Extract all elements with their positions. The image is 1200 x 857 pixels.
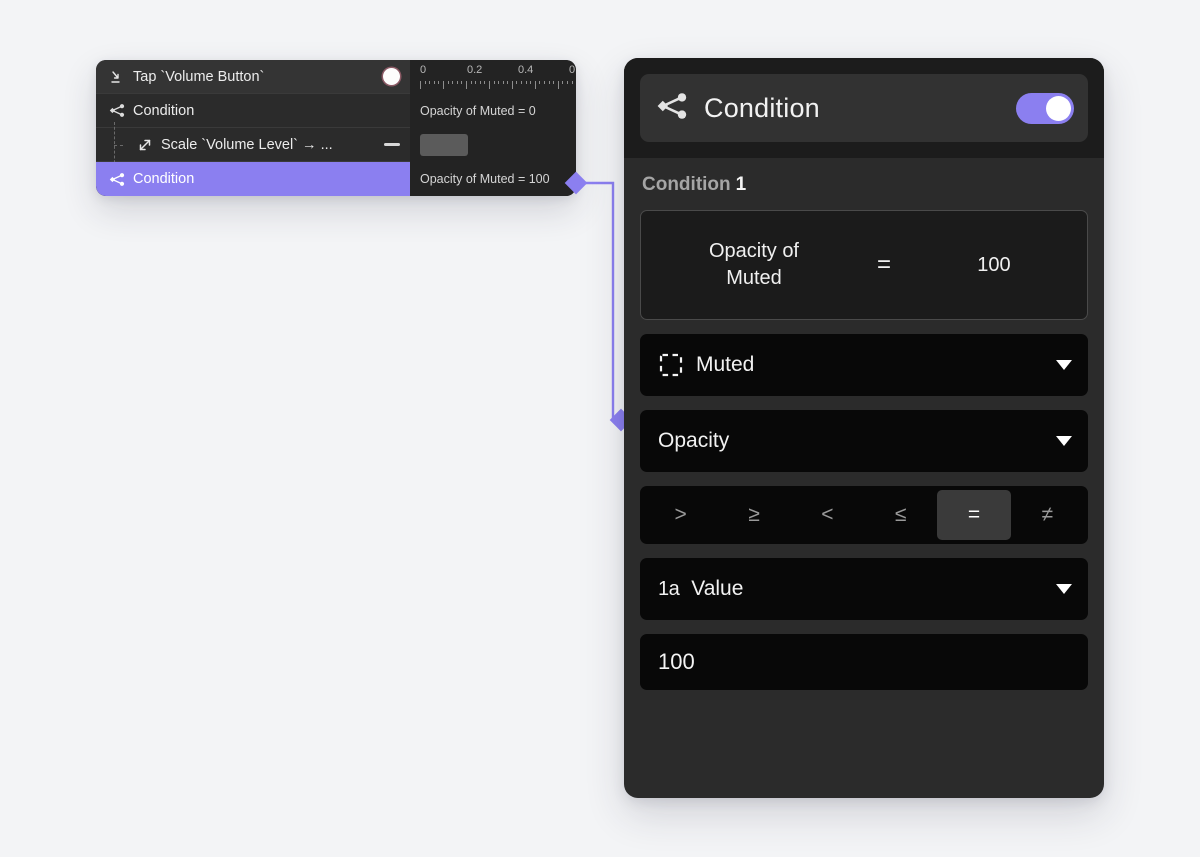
chevron-down-icon[interactable] <box>1056 436 1072 446</box>
timeline-track-row[interactable] <box>420 128 576 162</box>
layer-row-label: Scale `Volume Level` → ... <box>161 136 333 153</box>
keyframe-label-bottom: Opacity of Muted = 100 <box>420 172 550 186</box>
chevron-down-icon[interactable] <box>1056 360 1072 370</box>
property-label: Opacity <box>658 429 730 452</box>
section-title: Condition 1 <box>640 158 1088 210</box>
record-indicator-dot[interactable] <box>383 68 400 85</box>
section-title-text: Condition <box>642 174 731 195</box>
inspector-header-card: Condition <box>640 74 1088 142</box>
tap-gesture-icon <box>108 68 126 86</box>
value-source-label: Value <box>691 577 744 600</box>
ruler-label-0-6: 0. <box>569 64 576 76</box>
keyframe-label-top: Opacity of Muted = 0 <box>420 104 536 118</box>
operator-greater-than[interactable]: > <box>644 490 717 540</box>
collapse-minus-icon[interactable] <box>384 143 400 146</box>
operator-not-equal[interactable]: ≠ <box>1011 490 1084 540</box>
scale-arrow-icon <box>136 136 154 154</box>
operator-greater-than-or-equal[interactable]: ≥ <box>717 490 790 540</box>
condition-branch-icon <box>108 170 126 188</box>
summary-operator: = <box>876 251 891 278</box>
inspector-body: Condition 1 Opacity of Muted = 100 Muted … <box>624 158 1104 708</box>
layer-row-condition-1[interactable]: Condition <box>96 94 410 128</box>
condition-branch-icon <box>108 102 126 120</box>
layer-row-label: Condition <box>133 102 195 119</box>
target-layer-dropdown[interactable]: Muted <box>640 334 1088 396</box>
layer-row-tap-volume-button[interactable]: Tap `Volume Button` <box>96 60 410 94</box>
layer-row-label: Condition <box>133 171 195 187</box>
tree-branch-connector <box>108 121 134 168</box>
condition-summary-box: Opacity of Muted = 100 <box>640 210 1088 320</box>
layer-row-condition-2-selected[interactable]: Condition <box>96 162 410 196</box>
operator-less-than-or-equal[interactable]: ≤ <box>864 490 937 540</box>
frame-dashed-icon <box>658 352 684 378</box>
layers-panel: Tap `Volume Button` Condition Scale `Vol… <box>96 60 576 196</box>
operator-less-than[interactable]: < <box>791 490 864 540</box>
value-source-dropdown[interactable]: 1a Value <box>640 558 1088 620</box>
ruler-tick-labels: 0 0.2 0.4 0. <box>420 60 576 79</box>
layer-row-label: Tap `Volume Button` <box>133 68 265 85</box>
variable-1a-icon: 1a <box>658 577 680 600</box>
ruler-label-0-4: 0.4 <box>518 64 534 76</box>
summary-right-operand: 100 <box>977 253 1011 276</box>
timeline-column[interactable]: 0 0.2 0.4 0. Opacity of Muted = 0 Opacit… <box>410 60 576 196</box>
ruler-label-0-2: 0.2 <box>467 64 483 76</box>
layer-row-list: Tap `Volume Button` Condition Scale `Vol… <box>96 60 410 196</box>
summary-left-operand: Opacity of Muted <box>708 240 799 289</box>
condition-branch-icon <box>656 91 690 126</box>
inspector-header: Condition <box>624 58 1104 158</box>
toggle-knob <box>1046 95 1071 121</box>
ruler-ticks <box>420 81 576 90</box>
operator-equal[interactable]: = <box>937 490 1011 540</box>
target-layer-label: Muted <box>696 353 755 376</box>
layer-row-scale-volume-level[interactable]: Scale `Volume Level` → ... <box>96 121 410 168</box>
condition-inspector-panel: Condition Condition 1 Opacity of Muted = … <box>624 58 1104 798</box>
ruler-label-0: 0 <box>420 64 427 76</box>
value-input[interactable]: 100 <box>640 634 1088 690</box>
timeline-track-bar[interactable] <box>420 134 468 156</box>
timeline-ruler[interactable]: 0 0.2 0.4 0. <box>420 60 576 94</box>
section-title-number: 1 <box>735 174 747 195</box>
condition-enabled-toggle[interactable] <box>1016 92 1074 124</box>
property-dropdown[interactable]: Opacity <box>640 410 1088 472</box>
operator-segmented-control[interactable]: > ≥ < ≤ = ≠ <box>640 486 1088 544</box>
chevron-down-icon[interactable] <box>1056 584 1072 594</box>
page-title: Condition <box>704 92 820 123</box>
